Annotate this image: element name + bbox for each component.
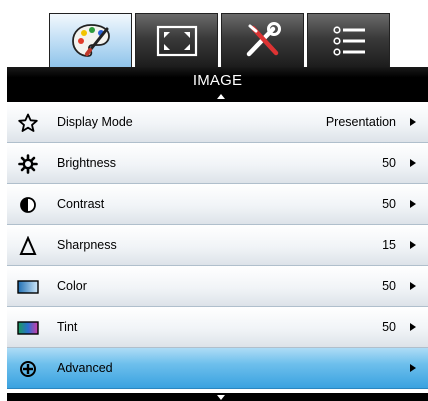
menu-item-value: 50 [382, 320, 396, 334]
chevron-right-icon [410, 241, 416, 249]
options-list-icon [332, 25, 365, 56]
chevron-right-icon [410, 323, 416, 331]
page-title: IMAGE [192, 72, 243, 89]
menu-item-label: Color [57, 279, 87, 293]
sun-icon [17, 143, 39, 184]
chevron-right-icon [410, 200, 416, 208]
menu-item-advanced[interactable]: Advanced [7, 348, 428, 389]
menu-item-sharpness[interactable]: Sharpness 15 [7, 225, 428, 266]
menu-item-label: Tint [57, 320, 78, 334]
chevron-right-icon [410, 118, 416, 126]
tint-icon [17, 307, 39, 348]
tab-image[interactable] [49, 13, 132, 67]
menu-item-value: 15 [382, 238, 396, 252]
menu-item-label: Sharpness [57, 238, 117, 252]
screen-resize-icon [156, 25, 197, 56]
scroll-up-icon[interactable] [217, 94, 225, 99]
menu-item-label: Contrast [57, 197, 105, 211]
chevron-right-icon [410, 364, 416, 372]
tab-setup[interactable] [221, 13, 304, 67]
palette-icon [71, 23, 110, 57]
menu-item-value: 50 [382, 279, 396, 293]
tab-display[interactable] [135, 13, 218, 67]
sharpness-icon [17, 225, 39, 266]
menu-item-value: 50 [382, 197, 396, 211]
menu-tab-bar [0, 0, 428, 67]
color-icon [17, 266, 39, 307]
menu-item-label: Brightness [57, 156, 117, 170]
menu-item-tint[interactable]: Tint 50 [7, 307, 428, 348]
chevron-right-icon [410, 159, 416, 167]
image-settings-menu: Display Mode Presentation Brightness 50 … [7, 102, 428, 389]
tools-icon [246, 21, 281, 56]
scroll-down-icon[interactable] [217, 395, 225, 400]
menu-item-value: 50 [382, 156, 396, 170]
menu-item-label: Advanced [57, 361, 113, 375]
chevron-right-icon [410, 282, 416, 290]
advanced-icon [17, 348, 39, 389]
menu-item-display-mode[interactable]: Display Mode Presentation [7, 102, 428, 143]
menu-item-color[interactable]: Color 50 [7, 266, 428, 307]
menu-item-label: Display Mode [57, 115, 133, 129]
star-icon [17, 102, 39, 143]
menu-item-brightness[interactable]: Brightness 50 [7, 143, 428, 184]
menu-footer [7, 393, 428, 401]
menu-item-value: Presentation [325, 115, 396, 129]
menu-item-contrast[interactable]: Contrast 50 [7, 184, 428, 225]
tab-options[interactable] [307, 13, 390, 67]
contrast-icon [17, 184, 39, 225]
menu-header: IMAGE [7, 67, 428, 102]
